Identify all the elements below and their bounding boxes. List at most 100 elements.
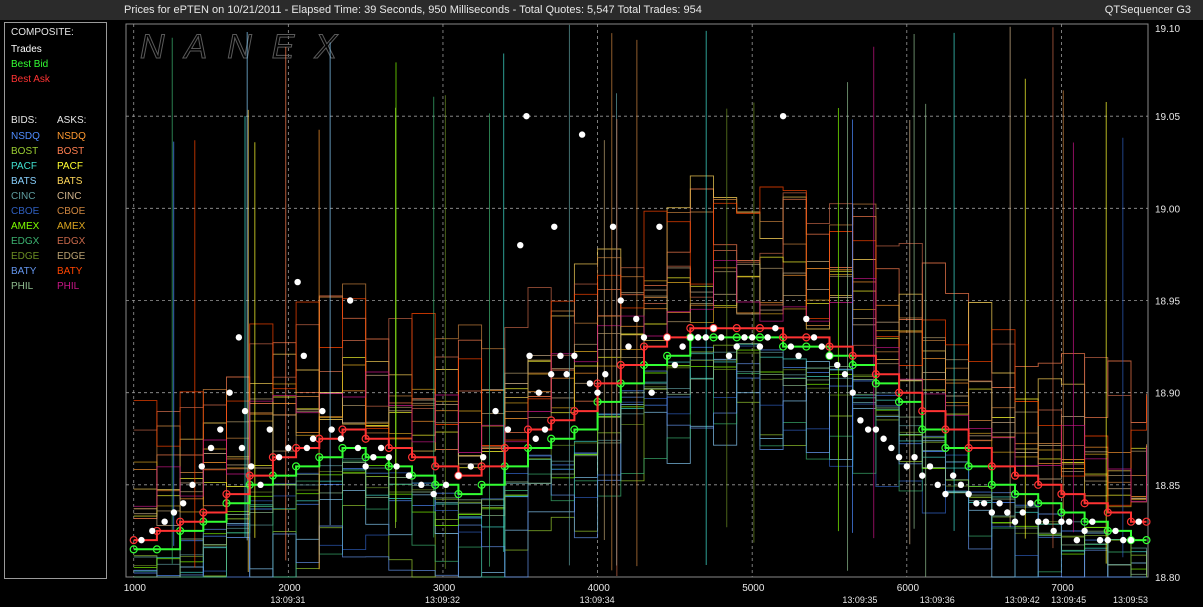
trade-point [1135,518,1142,525]
trade-point [926,463,934,470]
x-tick-label: 2000 [278,583,301,594]
trade-point [1050,527,1057,535]
trade-point [578,131,586,138]
time-label: 13:09:35 [842,595,877,605]
trade-point [687,334,694,341]
trade-point [180,500,187,507]
trade-point [303,444,311,452]
price-chart: NANEX 18.8018.8518.9018.9519.0019.0519.1… [124,23,1180,605]
trade-point [1058,518,1065,525]
y-tick-label: 18.80 [1155,573,1180,584]
trade-point [934,481,941,489]
y-tick-label: 19.10 [1155,24,1180,35]
trade-point [980,500,988,507]
trade-point [725,352,733,359]
trade-point [988,509,996,516]
trade-point [532,435,539,442]
trade-point [504,426,512,433]
trade-point [849,389,856,396]
trade-point [748,334,756,341]
trade-point [354,444,362,452]
trade-point [300,352,308,359]
trade-point [895,453,903,461]
trade-point [492,407,499,415]
trade-point [679,343,686,350]
trade-point [309,435,317,442]
trade-point [526,352,533,359]
trade-point [834,361,841,369]
trade-point [161,518,168,525]
y-tick-label: 18.85 [1155,481,1180,492]
x-tick-label: 5000 [742,583,765,594]
time-label: 13:09:42 [1005,595,1040,605]
x-tick-label: 6000 [897,583,920,594]
trade-point [864,426,872,433]
trade-point [633,315,640,323]
trade-point [370,453,377,461]
trade-point [241,407,249,415]
trade-point [702,334,710,341]
trade-point [656,223,663,230]
trade-point [541,426,549,433]
trade-point [377,444,385,452]
x-tick-label: 7000 [1051,583,1074,594]
trade-point [517,242,524,249]
trade-point [362,463,369,470]
trade-point [663,334,671,341]
trade-point [1011,518,1019,525]
trade-point [779,112,787,120]
trade-point [170,509,178,516]
trade-point [733,343,740,350]
x-tick-label: 3000 [433,583,456,594]
trade-point [551,223,558,230]
trade-point [787,343,795,350]
trade-point [609,223,617,230]
trade-point [803,315,810,323]
trade-point [149,527,156,535]
trade-point [996,500,1003,507]
trade-point [949,472,957,479]
trade-point [911,453,918,461]
trade-point [586,380,594,387]
trade-point [467,463,474,470]
time-label: 13:09:36 [920,595,955,605]
trade-point [648,389,655,396]
trade-point [479,453,487,461]
trade-point [640,334,648,341]
trade-point [594,389,601,396]
trade-point [1120,536,1127,544]
trade-point [810,334,818,341]
trade-point [965,490,972,498]
trade-point [1081,527,1088,535]
trade-point [718,334,725,341]
trade-point [942,490,949,498]
trade-point [888,444,895,452]
trade-point [275,453,283,461]
trade-point [625,343,632,350]
x-tick-label: 4000 [588,583,611,594]
trade-point [872,426,880,433]
time-label: 13:09:53 [1113,595,1148,605]
time-label: 13:09:34 [580,595,615,605]
trade-point [557,352,564,359]
trade-point [217,426,224,433]
trade-point [795,352,802,359]
trade-point [571,352,578,359]
trade-point [138,536,145,544]
trade-point [547,371,555,378]
trade-point [1027,500,1034,507]
trade-point [903,463,911,470]
time-label: 13:09:32 [425,595,460,605]
trade-point [617,297,624,304]
trade-point [919,472,926,479]
trade-point [1065,518,1073,525]
y-tick-label: 19.05 [1155,112,1180,123]
trade-point [973,500,980,507]
trade-point [1096,536,1104,544]
trade-point [957,481,965,489]
trade-point [1089,518,1096,525]
trade-point [602,371,609,378]
trade-point [266,426,273,433]
trade-point [694,334,702,341]
trade-point [563,371,570,378]
